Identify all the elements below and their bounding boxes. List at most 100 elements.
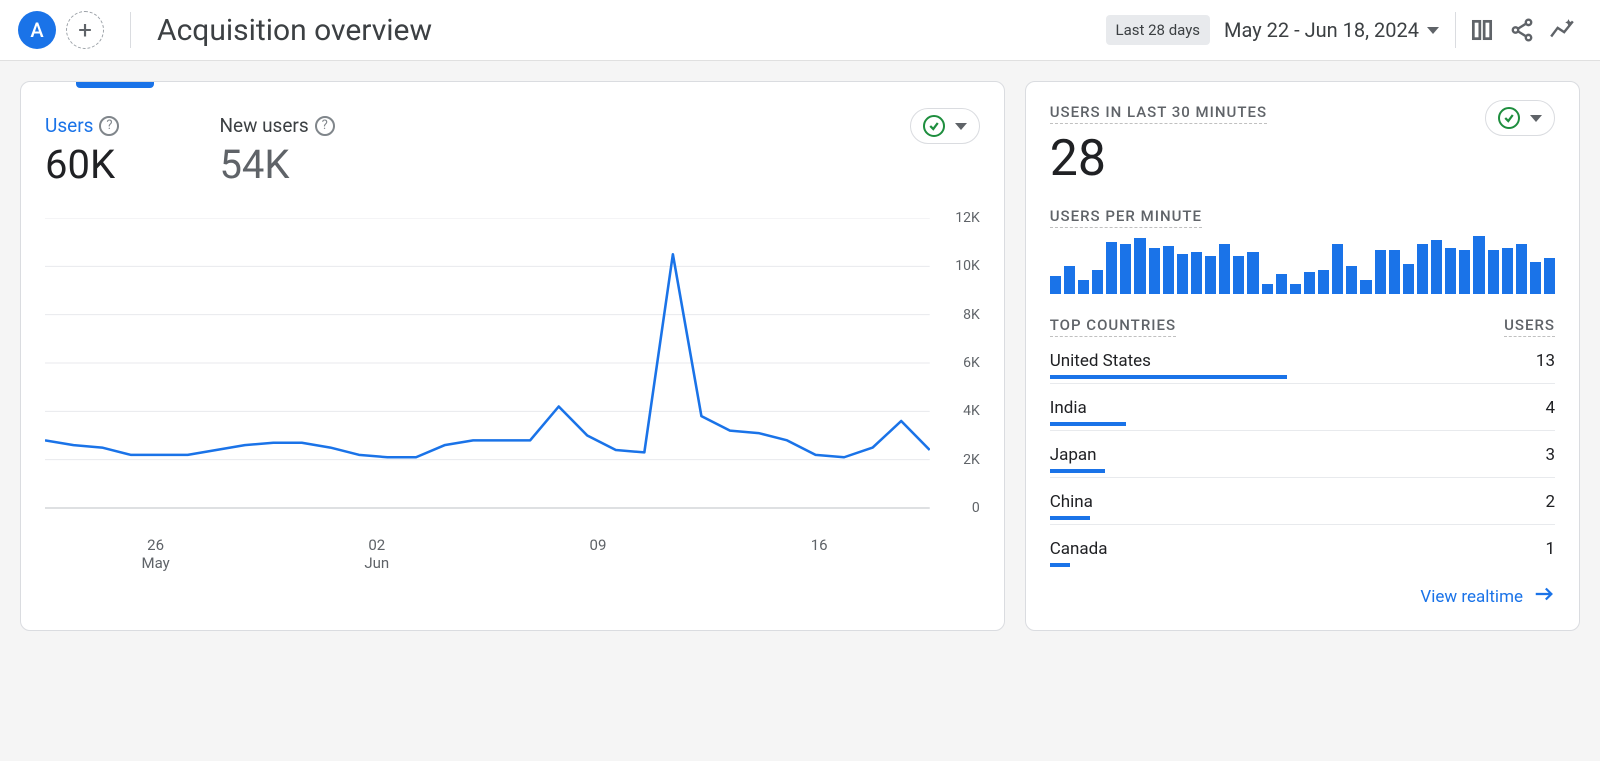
- minute-bar: [1064, 266, 1075, 294]
- users-column-title: USERS: [1504, 316, 1555, 337]
- minute-bar: [1516, 244, 1527, 294]
- minute-bar: [1473, 236, 1484, 294]
- minute-bar: [1375, 250, 1386, 294]
- minute-bar: [1134, 238, 1145, 294]
- check-circle-icon: [1498, 107, 1520, 129]
- active-tab-indicator: [76, 82, 154, 88]
- country-bar: [1050, 563, 1070, 567]
- minute-bar: [1205, 256, 1216, 294]
- help-icon[interactable]: ?: [99, 116, 119, 136]
- country-users: 13: [1536, 351, 1555, 371]
- country-row: Japan 3: [1050, 430, 1555, 469]
- y-tick-label: 8K: [963, 307, 980, 323]
- help-icon[interactable]: ?: [315, 116, 335, 136]
- minute-bar: [1530, 262, 1541, 294]
- status-menu[interactable]: [1485, 100, 1555, 136]
- users-per-minute-chart: [1050, 236, 1555, 294]
- minute-bar: [1389, 250, 1400, 294]
- minute-bar: [1332, 244, 1343, 294]
- country-bar: [1050, 516, 1090, 520]
- country-name: China: [1050, 492, 1093, 512]
- country-name: United States: [1050, 351, 1151, 371]
- minute-bar: [1360, 280, 1371, 294]
- minute-bar: [1417, 244, 1428, 294]
- minute-bar: [1219, 244, 1230, 294]
- y-tick-label: 4K: [963, 403, 980, 419]
- realtime-card: USERS IN LAST 30 MINUTES 28 USERS PER MI…: [1025, 81, 1580, 631]
- minute-bar: [1233, 256, 1244, 294]
- minute-bar: [1191, 252, 1202, 294]
- minute-bar: [1177, 254, 1188, 294]
- country-name: India: [1050, 398, 1087, 418]
- realtime-users-value: 28: [1050, 130, 1555, 188]
- date-preset-chip[interactable]: Last 28 days: [1106, 15, 1211, 45]
- users-line-chart: [45, 218, 930, 528]
- view-realtime-label: View realtime: [1420, 587, 1523, 607]
- chevron-down-icon: [1427, 27, 1439, 34]
- country-name: Japan: [1050, 445, 1097, 465]
- share-icon[interactable]: [1502, 10, 1542, 50]
- x-tick-label: 26May: [45, 536, 266, 572]
- y-tick-label: 0: [972, 500, 980, 516]
- minute-bar: [1276, 274, 1287, 294]
- country-bar: [1050, 375, 1287, 379]
- x-axis: 26May02Jun0916: [45, 536, 980, 572]
- country-bar: [1050, 422, 1126, 426]
- realtime-users-title: USERS IN LAST 30 MINUTES: [1050, 103, 1267, 124]
- minute-bar: [1459, 250, 1470, 294]
- country-users: 2: [1545, 492, 1555, 512]
- country-users: 3: [1545, 445, 1555, 465]
- country-row: India4: [1050, 383, 1555, 422]
- y-tick-label: 2K: [963, 452, 980, 468]
- minute-bar: [1050, 276, 1061, 294]
- insights-icon[interactable]: [1542, 10, 1582, 50]
- x-tick-label: 02Jun: [266, 536, 487, 572]
- metric-label: New users: [219, 114, 308, 137]
- minute-bar: [1163, 246, 1174, 294]
- arrow-right-icon: [1533, 583, 1555, 610]
- minute-bar: [1092, 270, 1103, 294]
- minute-bar: [1544, 258, 1555, 294]
- users-per-minute-title: USERS PER MINUTE: [1050, 207, 1202, 228]
- minute-bar: [1304, 272, 1315, 294]
- minute-bar: [1149, 248, 1160, 294]
- metric-users[interactable]: Users? 60K: [45, 114, 119, 188]
- view-realtime-link[interactable]: View realtime: [1050, 583, 1555, 610]
- minute-bar: [1403, 264, 1414, 294]
- metric-value: 54K: [219, 141, 334, 188]
- country-row: Canada 1: [1050, 524, 1555, 563]
- y-tick-label: 12K: [955, 210, 980, 226]
- y-tick-label: 10K: [955, 258, 980, 274]
- minute-bar: [1262, 284, 1273, 294]
- country-row: China 2: [1050, 477, 1555, 516]
- add-segment-button[interactable]: +: [66, 11, 104, 49]
- minute-bar: [1502, 248, 1513, 294]
- date-range-picker[interactable]: May 22 - Jun 18, 2024: [1224, 18, 1439, 42]
- metric-new-users[interactable]: New users? 54K: [219, 114, 334, 188]
- acquisition-card: Users? 60K New users? 54K 12K 10K 8K 6K 4K 2K…: [20, 81, 1005, 631]
- check-circle-icon: [923, 115, 945, 137]
- minute-bar: [1318, 270, 1329, 294]
- page-title: Acquisition overview: [157, 13, 432, 48]
- chevron-down-icon: [955, 123, 967, 130]
- minute-bar: [1120, 244, 1131, 294]
- avatar[interactable]: A: [18, 11, 56, 49]
- country-bar: [1050, 469, 1106, 473]
- minute-bar: [1445, 248, 1456, 294]
- country-list: United States 13 India4 Japan 3 China 2 Canada 1: [1050, 337, 1555, 567]
- chevron-down-icon: [1530, 115, 1542, 122]
- compare-icon[interactable]: [1462, 10, 1502, 50]
- minute-bar: [1431, 240, 1442, 294]
- country-users: 1: [1545, 539, 1555, 559]
- x-tick-label: 09: [487, 536, 708, 572]
- minute-bar: [1106, 242, 1117, 294]
- x-tick-label: 16: [709, 536, 930, 572]
- date-range-label: May 22 - Jun 18, 2024: [1224, 18, 1419, 42]
- country-row: United States 13: [1050, 337, 1555, 375]
- y-tick-label: 6K: [963, 355, 980, 371]
- minute-bar: [1346, 266, 1357, 294]
- status-menu[interactable]: [910, 108, 980, 144]
- country-name: Canada: [1050, 539, 1108, 559]
- header: A + Acquisition overview Last 28 days Ma…: [0, 0, 1600, 61]
- minute-bar: [1078, 280, 1089, 294]
